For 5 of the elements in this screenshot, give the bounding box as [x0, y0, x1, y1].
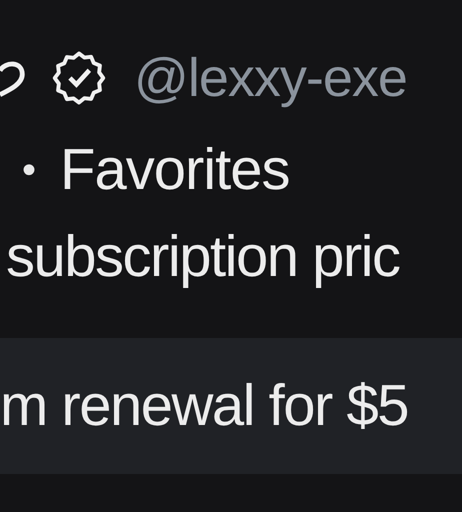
bullet: • [22, 150, 36, 190]
renewal-text: m renewal for $5 [0, 377, 408, 435]
description-text: subscription pric [6, 228, 400, 286]
username[interactable]: @lexxy-exe [134, 51, 407, 105]
favorites-label[interactable]: Favorites [60, 141, 290, 199]
